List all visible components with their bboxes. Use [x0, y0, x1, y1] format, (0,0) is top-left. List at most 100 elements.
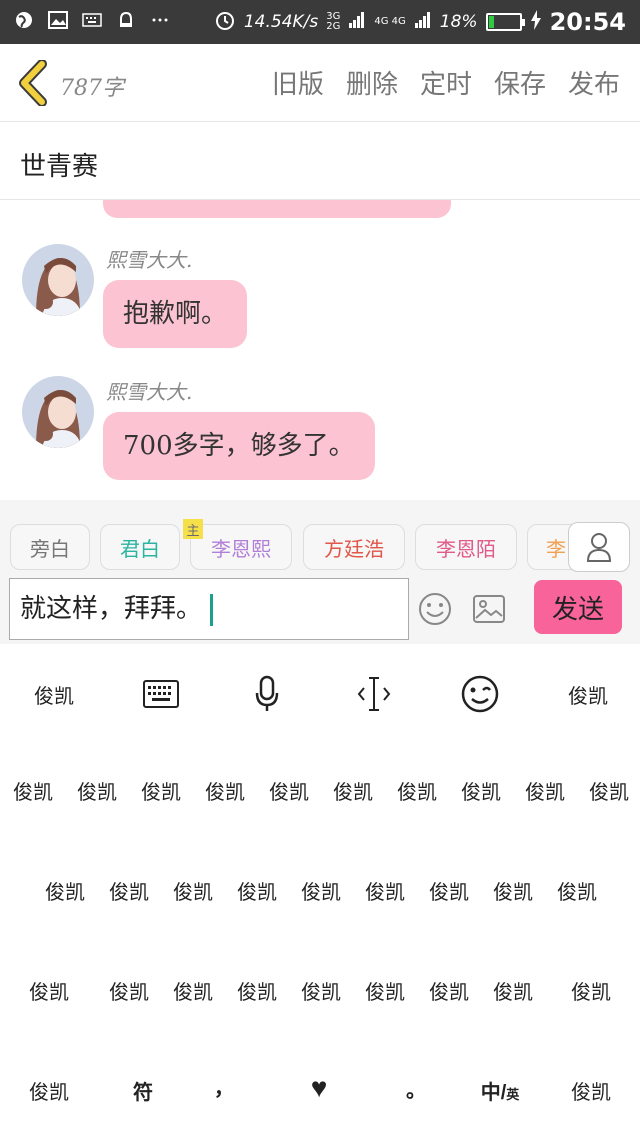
emoji-wink-icon[interactable]	[460, 672, 500, 716]
app-notification-icon	[116, 10, 136, 30]
symbols-key[interactable]: 符	[128, 1076, 158, 1105]
key[interactable]: 俊凯	[426, 976, 472, 1005]
chat-area[interactable]: 熙雪大大. 抱歉啊。 熙雪大大. 700多字，够多了。	[0, 200, 640, 500]
heart-key[interactable]: ♥	[302, 1072, 336, 1104]
period-key[interactable]: 。	[404, 1074, 428, 1103]
alarm-icon	[214, 9, 236, 36]
key[interactable]: 俊凯	[170, 876, 216, 905]
key[interactable]: 俊凯	[138, 776, 184, 805]
save-button[interactable]: 保存	[494, 64, 546, 101]
microphone-icon[interactable]	[252, 672, 282, 716]
key[interactable]: 俊凯	[458, 776, 504, 805]
key[interactable]: 俊凯	[10, 776, 56, 805]
clock-time: 20:54	[549, 8, 626, 36]
more-icon	[150, 10, 170, 30]
key[interactable]: 俊凯	[568, 1076, 614, 1105]
role-chip-main[interactable]: 主 李恩熙	[183, 519, 292, 570]
key[interactable]: 俊凯	[426, 876, 472, 905]
insert-image-button[interactable]	[472, 594, 506, 624]
top-actions: 旧版 删除 定时 保存 发布	[272, 64, 620, 101]
schedule-button[interactable]: 定时	[420, 64, 472, 101]
chevron-left-icon	[19, 59, 47, 107]
publish-button[interactable]: 发布	[568, 64, 620, 101]
role-chip[interactable]: 方廷浩	[303, 524, 405, 570]
image-icon	[473, 595, 505, 623]
key[interactable]: 俊凯	[234, 976, 280, 1005]
status-indicators: 14.54K/s 3G 2G 4G 4G 18% 20:54	[214, 6, 626, 38]
key[interactable]: 俊凯	[554, 876, 600, 905]
network-speed: 14.54K/s	[243, 12, 319, 32]
back-button[interactable]	[16, 59, 52, 107]
manage-roles-button[interactable]	[568, 522, 630, 572]
keyboard-icon[interactable]	[140, 672, 182, 716]
battery-percent: 18%	[439, 12, 478, 32]
keyboard-icon	[82, 10, 102, 30]
key[interactable]: 俊凯	[362, 976, 408, 1005]
key[interactable]: 俊凯	[490, 976, 536, 1005]
key[interactable]: 俊凯	[586, 776, 632, 805]
language-switch-key[interactable]: 中/英	[478, 1076, 522, 1105]
message-bubble[interactable]: 抱歉啊。	[103, 280, 248, 348]
cursor-move-icon[interactable]	[354, 672, 394, 716]
key[interactable]: 俊凯	[234, 876, 280, 905]
key[interactable]: 俊凯	[298, 876, 344, 905]
key[interactable]: 俊凯	[74, 776, 120, 805]
message-bubble[interactable]: 700多字，够多了。	[103, 412, 375, 480]
comma-key[interactable]: ，	[212, 1072, 236, 1101]
status-notifications	[14, 10, 170, 30]
story-title: 世青赛	[20, 152, 99, 182]
key[interactable]: 俊凯	[170, 976, 216, 1005]
compose-row: 就这样，拜拜。 发送	[0, 572, 640, 644]
lang-sub-label: 英	[506, 1087, 520, 1102]
role-selector: 旁白 君白 主 李恩熙 方廷浩 李恩陌 李	[0, 500, 640, 580]
key[interactable]: 俊凯	[522, 776, 568, 805]
person-icon	[586, 533, 612, 562]
story-title-bar[interactable]: 世青赛	[0, 122, 640, 200]
text-caret	[210, 594, 214, 626]
old-version-button[interactable]: 旧版	[272, 64, 324, 101]
keyboard-candidate[interactable]: 俊凯	[30, 672, 78, 716]
globe-icon	[14, 10, 34, 30]
battery-icon	[485, 13, 525, 31]
signal-icon	[414, 11, 432, 34]
key[interactable]: 俊凯	[394, 776, 440, 805]
role-chip-label: 方廷浩	[324, 536, 384, 561]
network-type-4g: 4G 4G	[374, 16, 406, 27]
delete-button[interactable]: 删除	[346, 64, 398, 101]
key[interactable]: 俊凯	[106, 976, 152, 1005]
avatar[interactable]	[22, 244, 94, 316]
avatar[interactable]	[22, 376, 94, 448]
key[interactable]: 俊凯	[568, 976, 614, 1005]
key[interactable]: 俊凯	[266, 776, 312, 805]
ime-keyboard: 俊凯 俊凯 俊凯 俊凯 俊凯 俊凯 俊凯 俊凯 俊凯 俊凯 俊凯 俊凯 俊凯 俊凯 俊凯 俊凯 俊凯 俊凯俊…	[0, 644, 640, 1138]
key[interactable]: 俊凯	[298, 976, 344, 1005]
key[interactable]: 俊凯	[362, 876, 408, 905]
battery-fill	[488, 16, 494, 28]
role-chip-narrator[interactable]: 旁白	[10, 524, 90, 570]
send-button[interactable]: 发送	[534, 580, 622, 634]
key[interactable]: 俊凯	[202, 776, 248, 805]
image-icon	[48, 10, 68, 30]
message-input[interactable]: 就这样，拜拜。	[9, 578, 409, 640]
role-chip-junbai[interactable]: 君白	[100, 524, 180, 570]
key[interactable]: 俊凯	[106, 876, 152, 905]
status-bar: 14.54K/s 3G 2G 4G 4G 18% 20:54	[0, 0, 640, 44]
smiley-icon	[419, 593, 451, 625]
role-chip-label: 李恩陌	[436, 536, 496, 561]
sender-name: 熙雪大大.	[106, 248, 193, 272]
role-chip-label: 旁白	[30, 536, 70, 561]
keyboard-candidate[interactable]: 俊凯	[564, 672, 612, 716]
role-chip[interactable]: 李恩陌	[415, 524, 517, 570]
key[interactable]: 俊凯	[490, 876, 536, 905]
key[interactable]: 俊凯	[42, 876, 88, 905]
key[interactable]: 俊凯	[26, 1076, 72, 1105]
sender-name: 熙雪大大.	[106, 380, 193, 404]
word-count: 787字	[60, 76, 124, 101]
message-bubble-partial[interactable]	[103, 200, 451, 218]
emoji-button[interactable]	[418, 592, 452, 626]
main-role-badge: 主	[183, 519, 203, 539]
key[interactable]: 俊凯	[26, 976, 72, 1005]
key[interactable]: 俊凯	[330, 776, 376, 805]
role-chip-label: 君白	[120, 536, 160, 561]
lang-main-label: 中/	[480, 1082, 507, 1104]
